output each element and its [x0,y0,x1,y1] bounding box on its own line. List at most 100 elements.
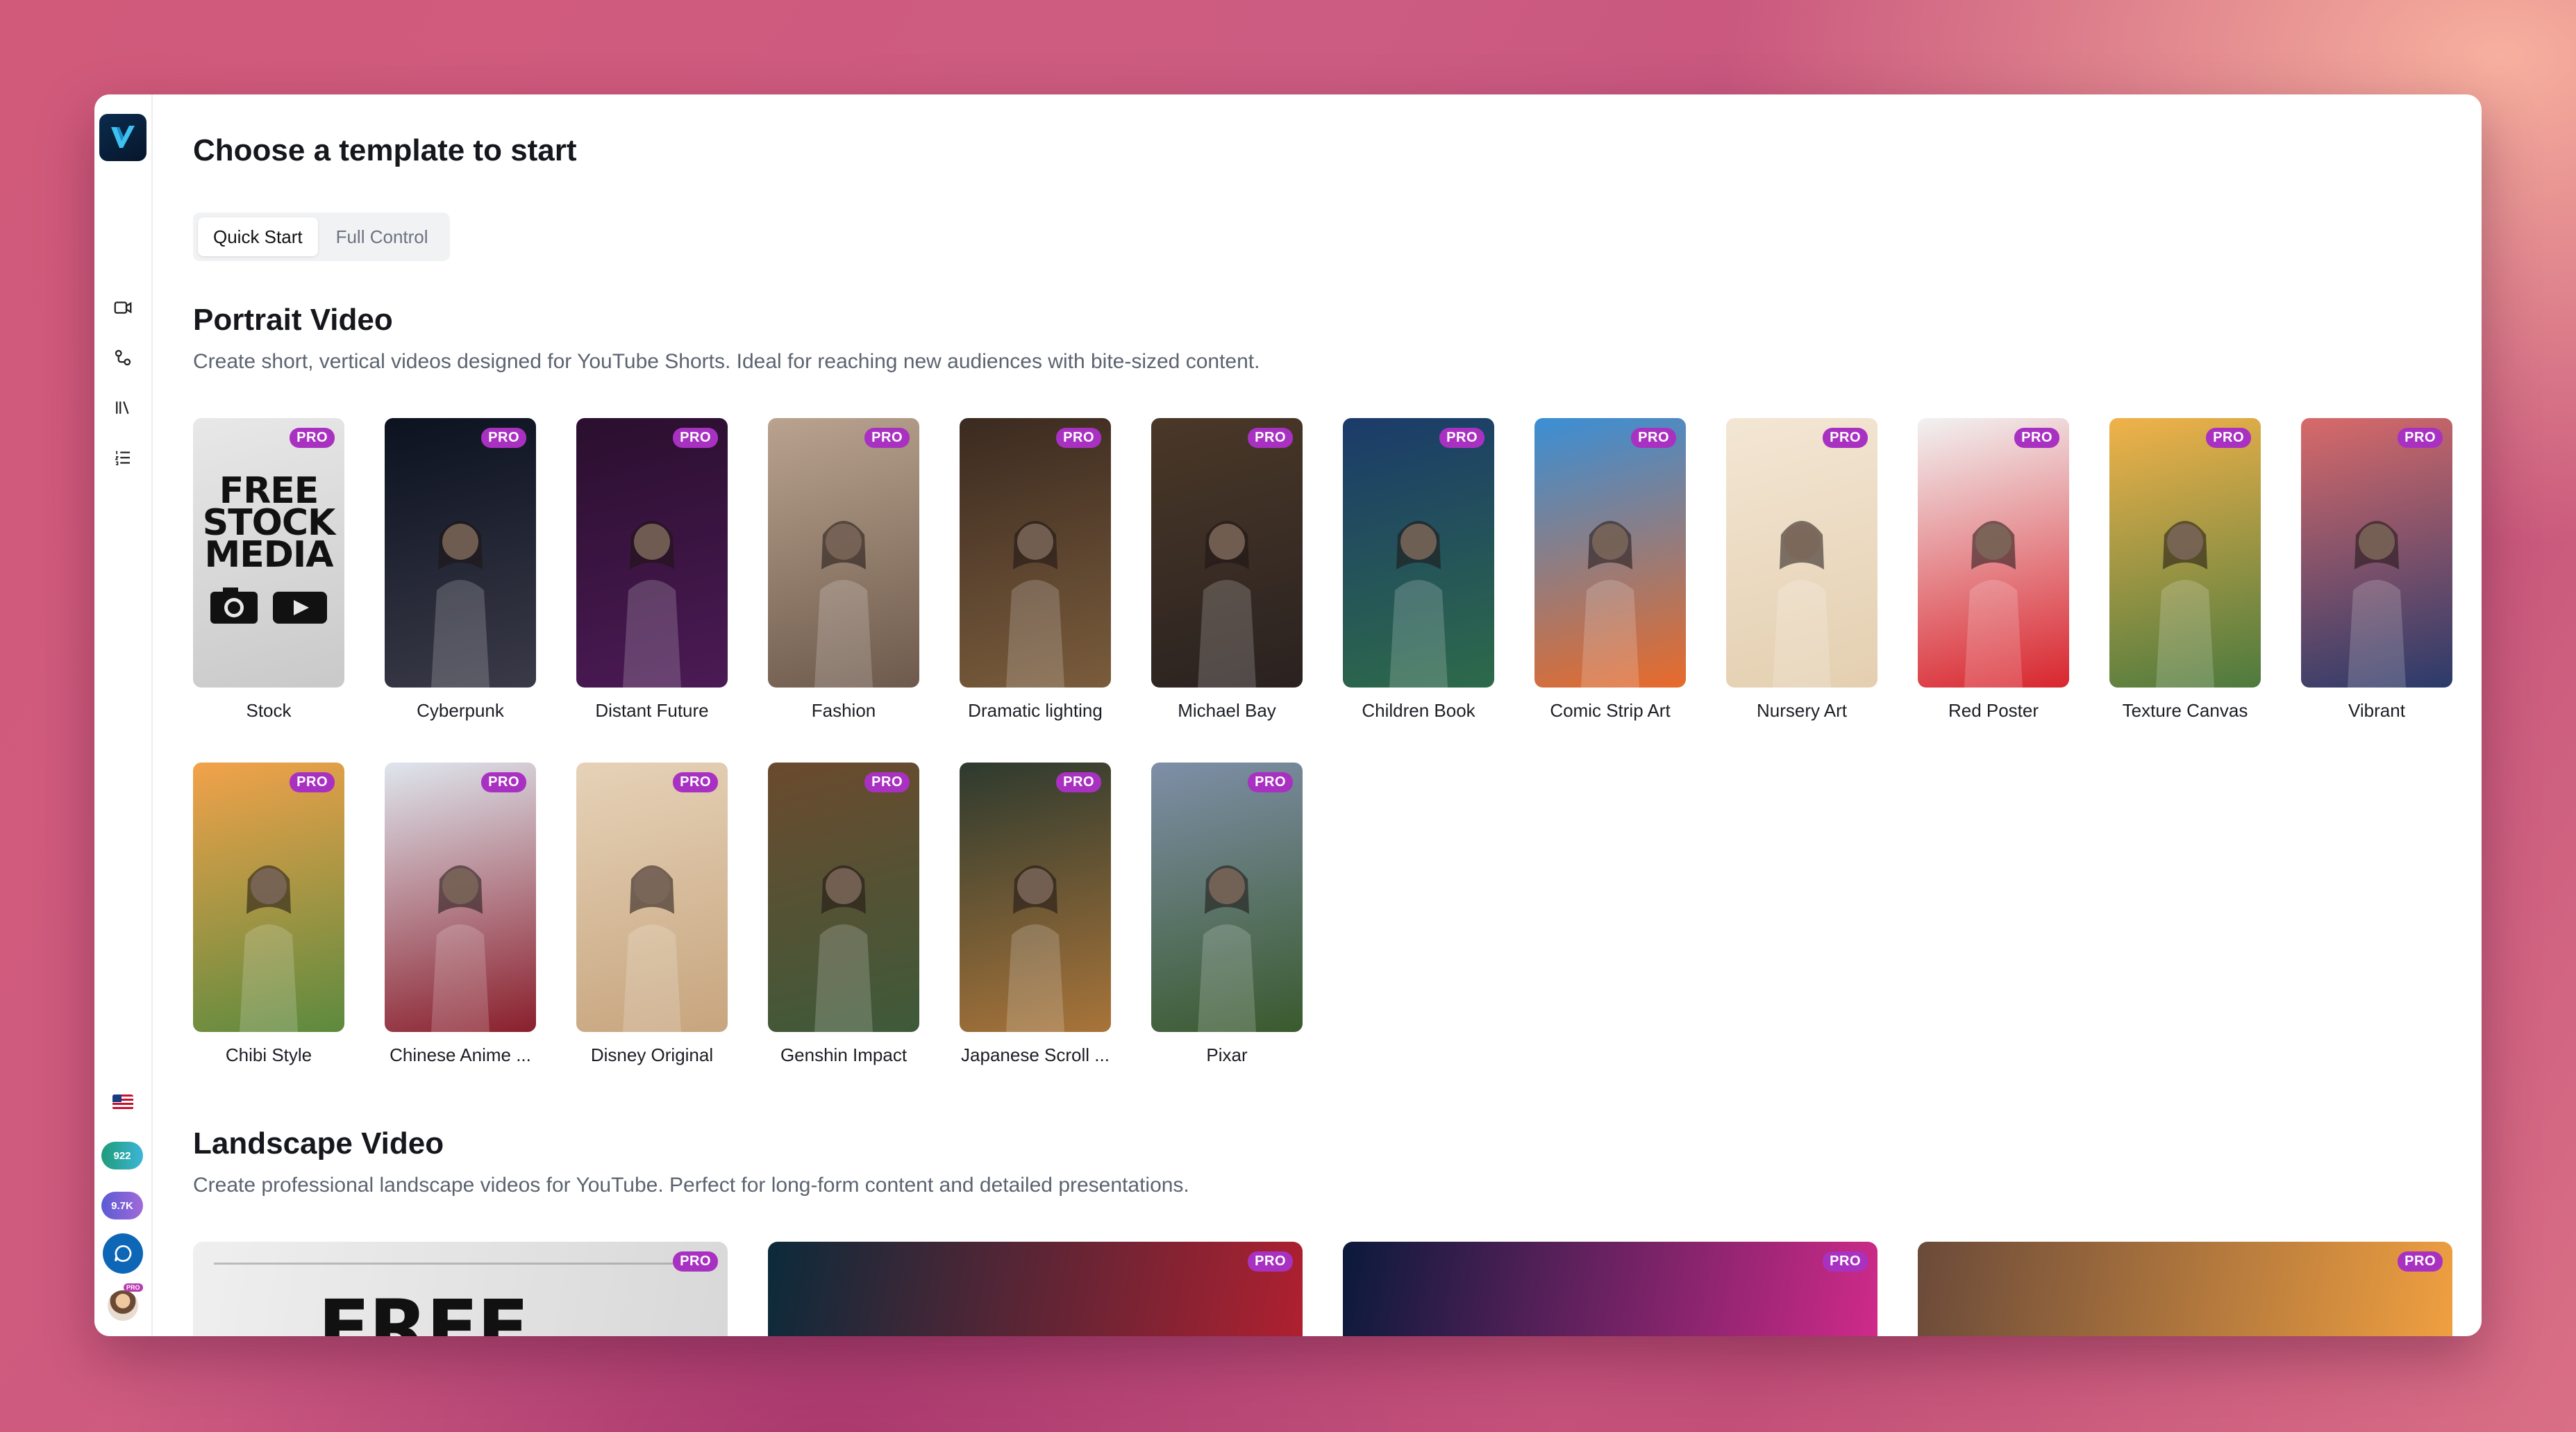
character-silhouette [2156,521,2214,688]
pro-badge: PRO [673,772,718,792]
template-card[interactable]: FREE STOCK MEDIA PRO Stock [193,418,344,722]
pro-badge: PRO [673,428,718,448]
character-silhouette [814,521,873,688]
pro-badge: PRO [864,428,910,448]
page-title: Choose a template to start [193,133,577,167]
character-silhouette [431,521,490,688]
template-card[interactable]: PRO Michael Bay [1151,418,1303,722]
app-window: 922 9.7K PRO Choose a template to start … [94,94,2482,1336]
video-icon[interactable] [111,296,135,319]
template-thumbnail[interactable]: PRO [1918,418,2069,688]
template-thumbnail[interactable]: PRO [1151,763,1303,1032]
landscape-section-description: Create professional landscape videos for… [193,1174,1189,1197]
template-label: Red Poster [1948,700,2039,721]
credits-secondary-value: 9.7K [111,1199,133,1212]
pro-badge: PRO [481,772,526,792]
chat-icon [115,1244,132,1262]
template-card[interactable]: PRO Dramatic lighting [960,418,1111,722]
character-silhouette [814,865,873,1032]
character-silhouette [1773,521,1831,688]
character-silhouette [623,521,681,688]
character-silhouette [1198,865,1256,1032]
character-silhouette [1581,521,1639,688]
template-thumbnail[interactable]: PRO [1343,418,1494,688]
template-card[interactable]: PRO Comic Strip Art [1534,418,1686,722]
pro-badge: PRO [864,772,910,792]
template-label: Comic Strip Art [1550,700,1671,721]
pro-badge: PRO [1248,772,1293,792]
app-logo[interactable] [99,114,147,161]
pro-badge: PRO [2398,428,2443,448]
template-thumbnail[interactable]: PRO [576,763,728,1032]
chat-button[interactable] [103,1233,143,1274]
landscape-template-card[interactable]: PRO [1918,1242,2452,1336]
avatar[interactable] [106,1289,140,1322]
portrait-section-title: Portrait Video [193,303,393,337]
library-icon[interactable] [111,396,135,419]
template-thumbnail[interactable]: PRO [1151,418,1303,688]
pro-badge: PRO [290,428,335,448]
template-thumbnail[interactable]: PRO [576,418,728,688]
template-card[interactable]: PRO Disney Original [576,763,728,1066]
template-label: Disney Original [590,1044,714,1065]
template-card[interactable]: PRO Cyberpunk [385,418,536,722]
main-content: Choose a template to start Quick Start F… [193,94,2482,1336]
pro-badge: PRO [1823,1251,1868,1272]
template-thumbnail[interactable]: FREE STOCK MEDIA PRO [193,418,344,688]
credits-badge-secondary[interactable]: 9.7K [101,1192,143,1219]
landscape-stock-text: FREE [318,1283,529,1336]
template-thumbnail[interactable]: PRO [960,763,1111,1032]
template-card[interactable]: PRO Genshin Impact [768,763,919,1066]
template-card[interactable]: PRO Nursery Art [1726,418,1877,722]
template-thumbnail[interactable]: PRO [960,418,1111,688]
template-label: Dramatic lighting [968,700,1103,721]
pro-badge: PRO [1248,1251,1293,1272]
landscape-section-title: Landscape Video [193,1126,444,1160]
template-thumbnail[interactable]: PRO [2301,418,2452,688]
list-icon[interactable] [111,446,135,469]
template-thumbnail[interactable]: PRO [768,763,919,1032]
pro-badge: PRO [1056,428,1101,448]
template-card[interactable]: PRO Pixar [1151,763,1303,1066]
template-thumbnail[interactable]: PRO [2109,418,2261,688]
sidebar: 922 9.7K PRO [94,94,153,1336]
template-card[interactable]: PRO Vibrant [2301,418,2452,722]
credits-badge-primary[interactable]: 922 [101,1142,143,1169]
template-card[interactable]: PRO Children Book [1343,418,1494,722]
template-thumbnail[interactable]: PRO [1534,418,1686,688]
template-card[interactable]: PRO Fashion [768,418,919,722]
character-silhouette [1389,521,1448,688]
template-label: Genshin Impact [780,1044,908,1065]
template-thumbnail[interactable]: PRO [768,418,919,688]
landscape-template-card[interactable]: FREE PRO [193,1242,728,1336]
template-card[interactable]: PRO Red Poster [1918,418,2069,722]
character-silhouette [1006,521,1064,688]
stock-media-text: FREE STOCK MEDIA [193,473,344,573]
template-card[interactable]: PRO Japanese Scroll ... [960,763,1111,1066]
template-thumbnail[interactable]: PRO [385,418,536,688]
template-thumbnail[interactable]: PRO [385,763,536,1032]
tab-quick-start[interactable]: Quick Start [198,217,318,256]
template-card[interactable]: PRO Chibi Style [193,763,344,1066]
pro-badge: PRO [481,428,526,448]
character-silhouette [1006,865,1064,1032]
pro-badge: PRO [1248,428,1293,448]
template-card[interactable]: PRO Texture Canvas [2109,418,2261,722]
template-thumbnail[interactable]: PRO [193,763,344,1032]
landscape-template-card[interactable]: PRO [1343,1242,1877,1336]
template-thumbnail[interactable]: PRO [1726,418,1877,688]
workflow-icon[interactable] [111,346,135,369]
template-label: Michael Bay [1178,700,1276,721]
tab-full-control[interactable]: Full Control [321,217,444,256]
language-flag-icon[interactable] [112,1094,133,1110]
landscape-template-card[interactable]: PRO [768,1242,1303,1336]
pro-badge: PRO [2014,428,2059,448]
pro-badge: PRO [2398,1251,2443,1272]
template-label: Japanese Scroll ... [961,1044,1110,1065]
character-silhouette [431,865,490,1032]
template-label: Pixar [1206,1044,1248,1065]
template-card[interactable]: PRO Chinese Anime ... [385,763,536,1066]
pro-badge: PRO [2206,428,2251,448]
character-silhouette [2348,521,2406,688]
template-card[interactable]: PRO Distant Future [576,418,728,722]
